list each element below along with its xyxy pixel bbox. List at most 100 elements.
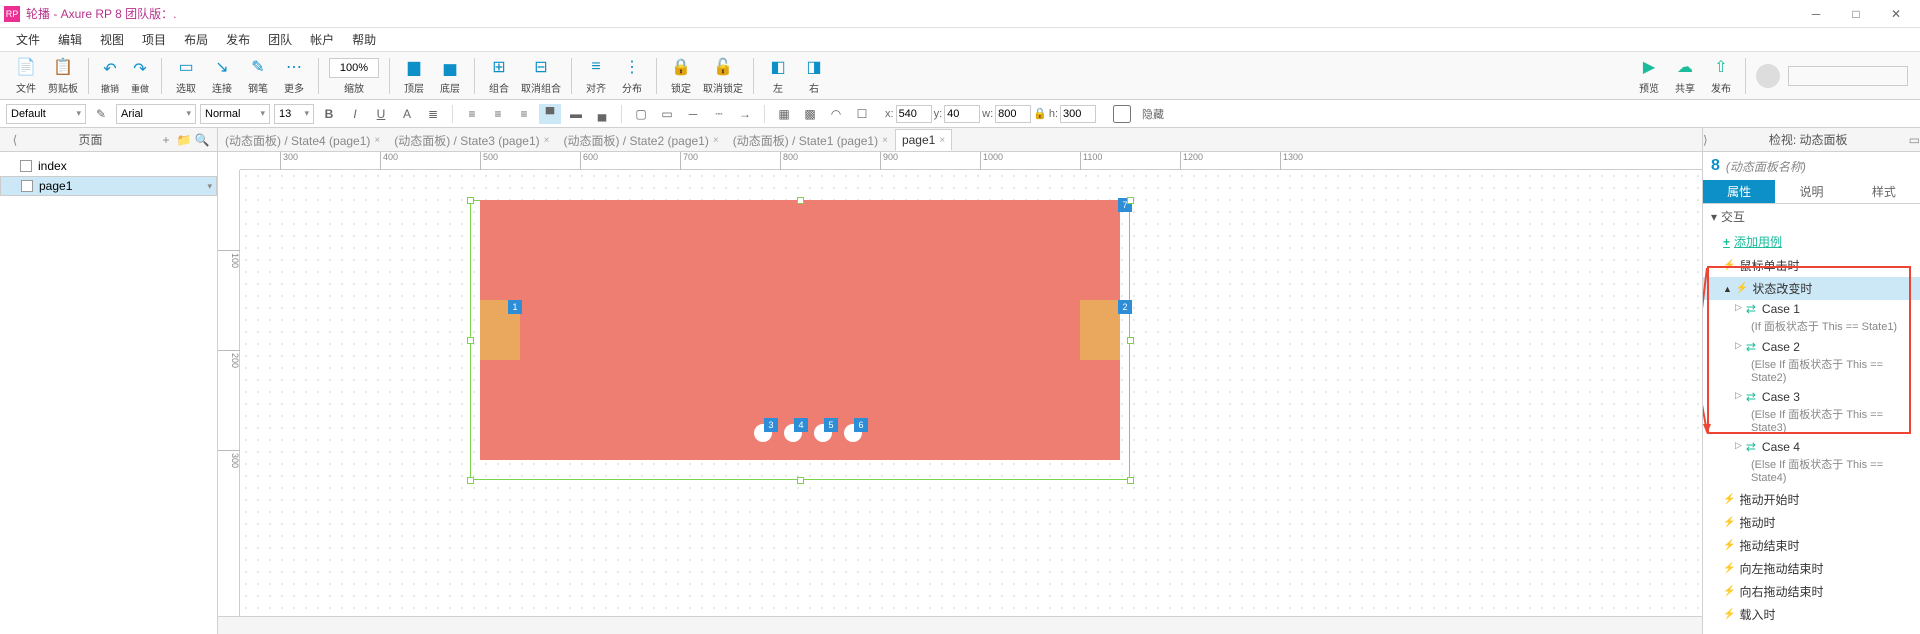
footnote-badge[interactable]: 3 [764,418,778,432]
tb-select[interactable]: ▭选取 [170,53,202,97]
tb-lock[interactable]: 🔒锁定 [665,53,697,97]
insp-tab-properties[interactable]: 属性 [1703,180,1775,203]
x-input[interactable] [896,105,932,123]
case-item[interactable]: ▷⇄Case 1 [1703,300,1920,318]
tb-clipboard[interactable]: 📋剪贴板 [46,53,80,97]
pane-collapse-icon[interactable]: ⟩ [1703,133,1708,147]
textcolor-button[interactable]: A [396,104,418,124]
minimize-button[interactable]: ─ [1796,2,1836,26]
corner-button[interactable]: ◠ [825,104,847,124]
close-icon[interactable]: × [374,135,380,146]
tb-group[interactable]: ⊞组合 [483,53,515,97]
tab-page1[interactable]: page1× [895,129,952,151]
hidden-checkbox[interactable] [1104,105,1140,123]
insp-tab-notes[interactable]: 说明 [1775,180,1847,203]
tb-more[interactable]: ⋯更多 [278,53,310,97]
valign-bot-button[interactable]: ▄ [591,104,613,124]
footnote-badge[interactable]: 4 [794,418,808,432]
close-icon[interactable]: × [882,135,888,146]
style-select[interactable]: Default [6,104,86,124]
search-icon[interactable]: 🔍 [193,131,211,149]
tab-state4[interactable]: (动态面板) / State4 (page1)× [218,129,387,151]
tb-connect[interactable]: ↘连接 [206,53,238,97]
menu-file[interactable]: 文件 [8,28,48,51]
align-left-button[interactable]: ≡ [461,104,483,124]
footnote-badge[interactable]: 5 [824,418,838,432]
event-ondragstart[interactable]: ⚡拖动开始时 [1703,488,1920,511]
menu-project[interactable]: 项目 [134,28,174,51]
maximize-button[interactable]: □ [1836,2,1876,26]
tb-distribute[interactable]: ⋮分布 [616,53,648,97]
padding-button[interactable]: ☐ [851,104,873,124]
linewidth-button[interactable]: ─ [682,104,704,124]
valign-top-button[interactable]: ▀ [539,104,561,124]
add-folder-icon[interactable]: 📁 [175,131,193,149]
widget-name-input[interactable]: (动态面板名称) [1726,158,1806,175]
add-page-icon[interactable]: + [157,131,175,149]
menu-account[interactable]: 帐户 [302,28,342,51]
menu-layout[interactable]: 布局 [176,28,216,51]
event-ondrag[interactable]: ⚡拖动时 [1703,511,1920,534]
page-item-page1[interactable]: page1 [0,176,217,196]
align-center-button[interactable]: ≡ [487,104,509,124]
tb-undo[interactable]: ↶撤销 [97,53,123,97]
tb-share[interactable]: ☁共享 [1669,53,1701,97]
close-button[interactable]: ✕ [1876,2,1916,26]
h-input[interactable] [1060,105,1096,123]
user-avatar[interactable] [1756,64,1780,88]
style-apply-icon[interactable]: ✎ [90,104,112,124]
case-item[interactable]: ▷⇄Case 2 [1703,338,1920,356]
tb-pen[interactable]: ✎钢笔 [242,53,274,97]
tab-state1[interactable]: (动态面板) / State1 (page1)× [726,129,895,151]
inspector-menu-icon[interactable]: ▭ [1909,133,1920,147]
insp-tab-style[interactable]: 样式 [1848,180,1920,203]
tb-publish[interactable]: ⇧发布 [1705,53,1737,97]
tb-right[interactable]: ◨右 [798,53,830,97]
close-icon[interactable]: × [544,135,550,146]
arrow-button[interactable]: → [734,104,756,124]
menu-view[interactable]: 视图 [92,28,132,51]
tab-state3[interactable]: (动态面板) / State3 (page1)× [387,129,556,151]
tb-file[interactable]: 📄文件 [10,53,42,97]
right-orange-rect[interactable] [1080,300,1120,360]
event-onclick[interactable]: ⚡鼠标单击时 [1703,254,1920,277]
bold-button[interactable]: B [318,104,340,124]
y-input[interactable] [944,105,980,123]
valign-mid-button[interactable]: ▬ [565,104,587,124]
event-onstatechange[interactable]: ▲⚡状态改变时 [1703,277,1920,300]
underline-button[interactable]: U [370,104,392,124]
tb-ungroup[interactable]: ⊟取消组合 [519,53,563,97]
shadow-outer-button[interactable]: ▦ [773,104,795,124]
align-right-button[interactable]: ≡ [513,104,535,124]
fill-button[interactable]: ▢ [630,104,652,124]
canvas[interactable]: 1 2 3 4 5 6 7 [240,170,1702,634]
user-field[interactable] [1788,66,1908,86]
add-case-link[interactable]: 添加用例 [1703,229,1920,254]
interactions-section-header[interactable]: ▾ 交互 [1703,204,1920,229]
zoom-input[interactable] [329,58,379,78]
event-onswipeleft[interactable]: ⚡向左拖动结束时 [1703,557,1920,580]
close-icon[interactable]: × [939,135,945,146]
footnote-badge[interactable]: 6 [854,418,868,432]
tb-align[interactable]: ≡对齐 [580,53,612,97]
case-item[interactable]: ▷⇄Case 4 [1703,438,1920,456]
case-item[interactable]: ▷⇄Case 3 [1703,388,1920,406]
linestyle-button[interactable]: ┄ [708,104,730,124]
tb-left[interactable]: ◧左 [762,53,794,97]
menu-publish[interactable]: 发布 [218,28,258,51]
tb-zoom[interactable]: 缩放 [327,53,381,97]
menu-help[interactable]: 帮助 [344,28,384,51]
shadow-inner-button[interactable]: ▩ [799,104,821,124]
bullets-button[interactable]: ≣ [422,104,444,124]
close-icon[interactable]: × [713,135,719,146]
menu-team[interactable]: 团队 [260,28,300,51]
size-select[interactable]: 13 [274,104,314,124]
event-onload[interactable]: ⚡载入时 [1703,603,1920,626]
tb-front[interactable]: ▆顶层 [398,53,430,97]
linecolor-button[interactable]: ▭ [656,104,678,124]
w-input[interactable] [995,105,1031,123]
weight-select[interactable]: Normal [200,104,270,124]
event-ondragend[interactable]: ⚡拖动结束时 [1703,534,1920,557]
tb-unlock[interactable]: 🔓取消锁定 [701,53,745,97]
footnote-badge[interactable]: 2 [1118,300,1132,314]
